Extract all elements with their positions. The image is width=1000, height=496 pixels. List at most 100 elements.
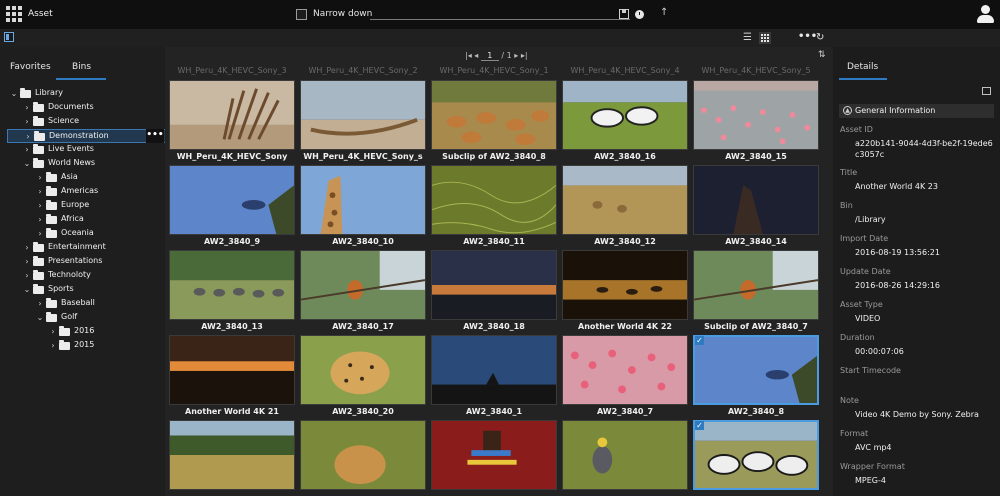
tree-item[interactable]: › Demonstration ••• [7,129,167,143]
arrow-up-icon[interactable]: ↑ [660,7,668,18]
asset-tile[interactable]: AW2_3840_10 [300,165,426,249]
asset-thumbnail[interactable] [562,165,688,235]
asset-tile[interactable]: WH_Peru_4K_HEVC_Sony_s [300,80,426,164]
tree-item[interactable]: ⌄ Sports [0,283,160,297]
asset-thumbnail[interactable] [300,165,426,235]
chevron-down-icon[interactable]: ⌄ [10,89,18,98]
asset-tile[interactable]: ✓ [693,420,819,496]
chevron-right-icon[interactable]: › [36,187,44,196]
asset-thumbnail[interactable] [169,335,295,405]
asset-thumbnail[interactable] [431,165,557,235]
tree-item[interactable]: › Asia [0,171,160,185]
asset-tile[interactable]: AW2_3840_14 [693,165,819,249]
asset-tile[interactable]: AW2_3840_11 [431,165,557,249]
asset-tile[interactable]: ✓ AW2_3840_8 [693,335,819,419]
asset-thumbnail[interactable] [562,250,688,320]
asset-tile[interactable]: Subclip of AW2_3840_8 [431,80,557,164]
search-input[interactable] [370,19,630,20]
first-page-icon[interactable]: |◂ [465,51,472,60]
chevron-right-icon[interactable]: › [36,215,44,224]
asset-tile[interactable] [300,420,426,496]
chevron-right-icon[interactable]: › [36,201,44,210]
asset-tile[interactable]: AW2_3840_16 [562,80,688,164]
asset-thumbnail[interactable] [300,420,426,490]
panel-toggle-icon[interactable] [4,32,14,42]
asset-tile[interactable]: AW2_3840_1 [431,335,557,419]
chevron-right-icon[interactable]: › [23,257,31,266]
chevron-right-icon[interactable]: › [23,103,31,112]
last-page-icon[interactable]: ▸| [521,51,528,60]
history-icon[interactable] [635,10,644,19]
asset-tile[interactable]: AW2_3840_12 [562,165,688,249]
asset-thumbnail[interactable] [693,420,819,490]
chevron-right-icon[interactable]: › [23,145,31,154]
asset-thumbnail[interactable] [431,80,557,150]
asset-tile[interactable]: AW2_3840_15 [693,80,819,164]
asset-thumbnail[interactable] [562,335,688,405]
tab-details[interactable]: Details [847,62,878,72]
tree-item[interactable]: › Technoloty [0,269,160,283]
chevron-down-icon[interactable]: ⌄ [23,159,31,168]
asset-thumbnail[interactable] [300,335,426,405]
chevron-right-icon[interactable]: › [23,117,31,126]
tree-item[interactable]: › Oceania [0,227,160,241]
chevron-down-icon[interactable]: ⌄ [23,285,31,294]
tree-item[interactable]: › Africa [0,213,160,227]
narrow-down-checkbox[interactable] [296,9,307,20]
asset-tile[interactable]: Subclip of AW2_3840_7 [693,250,819,334]
asset-tile[interactable]: AW2_3840_7 [562,335,688,419]
export-icon[interactable] [982,87,991,95]
app-grid-icon[interactable] [6,6,22,22]
chevron-down-icon[interactable]: ⌄ [36,313,44,322]
item-more-icon[interactable]: ••• [146,129,164,143]
sort-icon[interactable]: ⇅ [818,50,826,60]
tab-bins[interactable]: Bins [72,62,91,72]
tree-item[interactable]: › Europe [0,199,160,213]
asset-thumbnail[interactable] [300,80,426,150]
asset-thumbnail[interactable] [169,420,295,490]
asset-tile[interactable] [431,420,557,496]
asset-thumbnail[interactable] [693,250,819,320]
tree-item[interactable]: › Live Events [0,143,160,157]
tree-item[interactable]: › Science [0,115,160,129]
asset-thumbnail[interactable] [169,250,295,320]
asset-thumbnail[interactable] [562,420,688,490]
tree-item[interactable]: › 2016 [0,325,160,339]
more-options-icon[interactable]: ••• [798,31,817,42]
tab-favorites[interactable]: Favorites [10,62,51,72]
tree-item[interactable]: › Americas [0,185,160,199]
asset-tile[interactable]: AW2_3840_17 [300,250,426,334]
next-page-icon[interactable]: ▸ [514,51,518,60]
asset-tile[interactable] [169,420,295,496]
asset-thumbnail[interactable] [431,335,557,405]
details-scrollbar[interactable] [994,87,998,496]
asset-tile[interactable] [562,420,688,496]
asset-tile[interactable]: AW2_3840_18 [431,250,557,334]
tree-item[interactable]: › Entertainment [0,241,160,255]
save-search-icon[interactable] [619,9,629,19]
asset-thumbnail[interactable] [431,420,557,490]
general-info-header[interactable]: ▲ General Information [839,104,996,118]
asset-thumbnail[interactable] [169,80,295,150]
asset-thumbnail[interactable] [169,165,295,235]
tree-item[interactable]: ⌄ Golf [0,311,160,325]
chevron-right-icon[interactable]: › [36,229,44,238]
chevron-right-icon[interactable]: › [49,341,57,350]
tree-item[interactable]: › Documents [0,101,160,115]
asset-thumbnail[interactable] [562,80,688,150]
tree-item[interactable]: › 2015 [0,339,160,353]
collapse-icon[interactable]: ▲ [843,106,852,115]
list-view-icon[interactable]: ☰ [743,33,752,43]
asset-tile[interactable]: AW2_3840_20 [300,335,426,419]
tree-item[interactable]: ⌄ Library [0,87,160,101]
prev-page-icon[interactable]: ◂ [474,51,478,60]
asset-thumbnail[interactable] [693,165,819,235]
asset-tile[interactable]: AW2_3840_13 [169,250,295,334]
asset-tile[interactable]: Another World 4K 21 [169,335,295,419]
chevron-right-icon[interactable]: › [23,271,31,280]
tree-item[interactable]: › Presentations [0,255,160,269]
chevron-right-icon[interactable]: › [49,327,57,336]
page-input[interactable]: 1 [480,51,499,61]
asset-thumbnail[interactable] [300,250,426,320]
user-icon[interactable] [977,5,994,24]
